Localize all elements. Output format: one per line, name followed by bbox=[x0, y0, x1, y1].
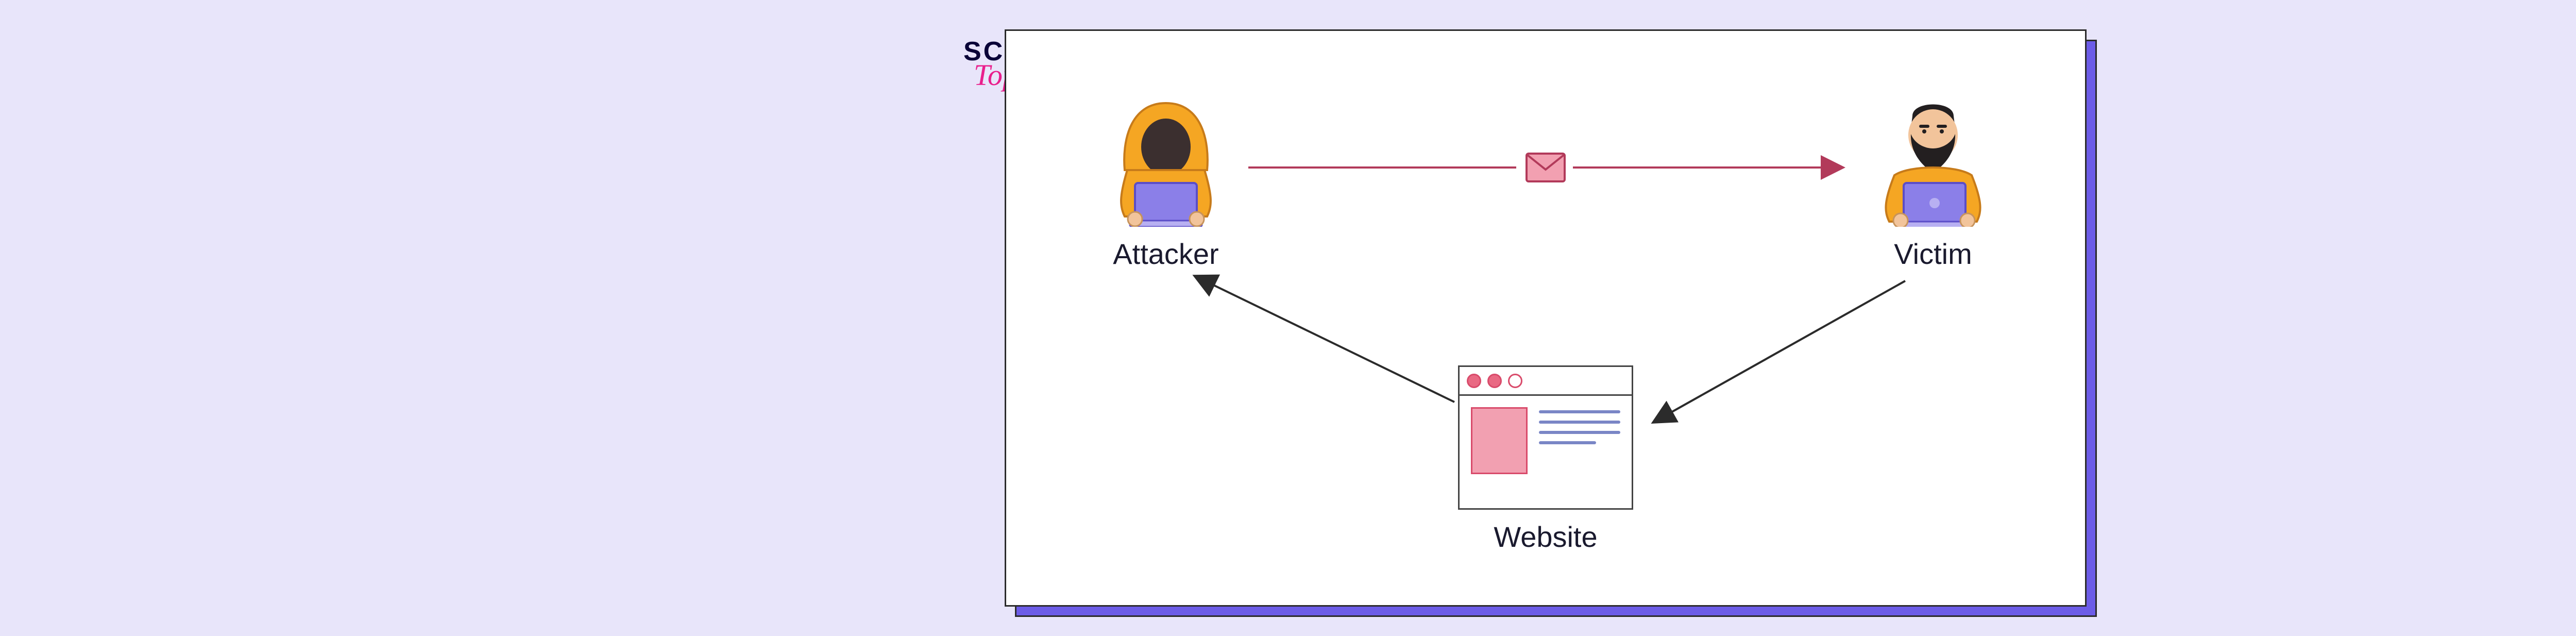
victim-icon bbox=[1863, 88, 2003, 227]
website-entity: Website bbox=[1458, 365, 1633, 554]
browser-dot-icon bbox=[1487, 374, 1502, 388]
browser-text-lines bbox=[1539, 407, 1620, 497]
website-label: Website bbox=[1494, 520, 1597, 554]
mail-icon bbox=[1525, 152, 1566, 186]
browser-body bbox=[1460, 396, 1632, 508]
attacker-label: Attacker bbox=[1113, 237, 1218, 271]
diagram-card: Attacker bbox=[1005, 29, 2087, 607]
browser-dot-icon bbox=[1467, 374, 1481, 388]
attacker-icon bbox=[1099, 93, 1233, 227]
browser-header bbox=[1460, 367, 1632, 396]
browser-thumbnail-icon bbox=[1471, 407, 1528, 474]
arrow-attacker-to-mail bbox=[1248, 162, 1516, 175]
browser-window-icon bbox=[1458, 365, 1633, 510]
arrow-mail-to-victim bbox=[1573, 162, 1851, 175]
arrow-website-to-attacker bbox=[1187, 268, 1465, 415]
victim-entity: Victim bbox=[1863, 88, 2003, 271]
attacker-entity: Attacker bbox=[1099, 93, 1233, 271]
browser-dot-icon bbox=[1508, 374, 1522, 388]
arrow-victim-to-website bbox=[1645, 276, 1913, 433]
victim-label: Victim bbox=[1894, 237, 1972, 271]
